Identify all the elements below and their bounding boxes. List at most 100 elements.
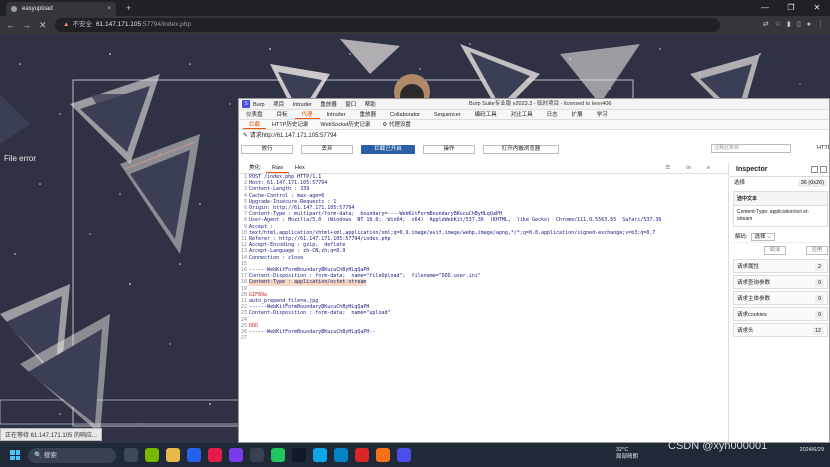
- app-folder-icon[interactable]: [166, 448, 180, 462]
- menu-icon[interactable]: ≡: [701, 163, 716, 174]
- tab-intruder[interactable]: Intruder: [320, 110, 353, 119]
- selected-text-box: 选中文本 Content-Type: application/oct et-st…: [733, 191, 828, 227]
- comment-input[interactable]: 注释此条目: [711, 144, 791, 153]
- inspector-section[interactable]: 请求cookies 0: [733, 307, 828, 321]
- app-edge-icon[interactable]: [313, 448, 327, 462]
- app-explorer-icon[interactable]: [124, 448, 138, 462]
- app-nvidia-icon[interactable]: [145, 448, 159, 462]
- app-purple-icon[interactable]: [229, 448, 243, 462]
- tab-raw[interactable]: Raw: [266, 163, 290, 173]
- app-chrome-icon[interactable]: [397, 448, 411, 462]
- proxy-sub-tabs: 拦截 HTTP历史记录 WebSocket历史记录 ⚙ 代理设置: [239, 120, 829, 130]
- app-wps-icon[interactable]: [355, 448, 369, 462]
- app-dark-icon[interactable]: [250, 448, 264, 462]
- app-steam-icon[interactable]: [292, 448, 306, 462]
- stop-loading-icon[interactable]: ✕: [39, 18, 47, 32]
- menu-help[interactable]: 帮助: [365, 102, 376, 108]
- selection-label: 选择: [734, 180, 746, 186]
- app-burp-icon[interactable]: [376, 448, 390, 462]
- app-green-icon[interactable]: [271, 448, 285, 462]
- intercept-on-button[interactable]: 拦截已开启: [361, 144, 415, 154]
- selected-text-value[interactable]: Content-Type: application/oct et-stream: [734, 206, 827, 226]
- tab-hex[interactable]: Hex: [289, 163, 311, 173]
- app-edge2-icon[interactable]: [334, 448, 348, 462]
- tab-dashboard[interactable]: 仪表盘: [239, 110, 270, 119]
- clock[interactable]: 2024/6/29: [800, 446, 824, 454]
- browser-status-bar: 正在等待 61.147.171.105 的响应...: [0, 428, 103, 441]
- sidebar-icon[interactable]: ▯: [797, 18, 801, 32]
- app-red-icon[interactable]: [208, 448, 222, 462]
- tab-pretty[interactable]: 美化: [243, 163, 266, 173]
- tab-websocket-history[interactable]: WebSocket历史记录: [314, 120, 376, 129]
- browser-tab[interactable]: easyupload ×: [6, 2, 116, 16]
- burp-titlebar: S Burp 项目 Intruder 重放器 窗口 帮助 Burp Suite专…: [239, 99, 829, 110]
- close-window-icon[interactable]: ✕: [804, 0, 830, 16]
- tab-learn[interactable]: 学习: [590, 110, 615, 119]
- wrap-icon[interactable]: ☰: [659, 163, 676, 174]
- decode-select[interactable]: 选择 ⌵: [750, 233, 776, 241]
- tab-collaborator[interactable]: Collaborator: [383, 110, 427, 119]
- section-count: 0: [814, 295, 824, 303]
- tab-repeater[interactable]: 重放器: [353, 110, 384, 119]
- selection-value: 36 (0x26): [797, 179, 827, 187]
- tab-close-icon[interactable]: ×: [107, 2, 111, 16]
- burp-logo-icon: S: [242, 100, 250, 108]
- tab-comparer[interactable]: 对比工具: [504, 110, 540, 119]
- profile-icon[interactable]: ●: [807, 18, 811, 32]
- forward-icon[interactable]: →: [22, 18, 31, 32]
- inspector-section[interactable]: 请求主体参数 0: [733, 291, 828, 305]
- forward-button[interactable]: 放行: [241, 144, 293, 154]
- taskbar-search[interactable]: 🔍 搜索: [28, 447, 116, 463]
- url-input[interactable]: ▲ 不安全 61.147.171.105:57794/index.php: [55, 18, 720, 32]
- inspector-sections: 请求属性 2 请求查询参数 0 请求主体参数 0 请求cookies 0 请求头 12: [730, 259, 829, 337]
- tab-http-history[interactable]: HTTP历史记录: [266, 120, 314, 129]
- inspector-section[interactable]: 请求查询参数 0: [733, 275, 828, 289]
- inspector-layout-icons[interactable]: [811, 166, 827, 173]
- maximize-icon[interactable]: ❐: [778, 0, 804, 16]
- tab-decoder[interactable]: 编码工具: [468, 110, 504, 119]
- editor-tabs: 美化 Raw Hex ☰ \n ≡: [239, 163, 728, 174]
- bookmark-star-icon[interactable]: ☆: [775, 18, 781, 32]
- url-path: :57794/index.php: [141, 21, 192, 28]
- favicon-icon: [11, 6, 17, 12]
- new-tab-button[interactable]: +: [126, 2, 131, 14]
- action-button[interactable]: 操作: [423, 144, 475, 154]
- inspector-section[interactable]: 请求属性 2: [733, 259, 828, 273]
- back-icon[interactable]: ←: [6, 18, 15, 32]
- selected-text-header: 选中文本: [734, 192, 827, 206]
- tab-logger[interactable]: 日志: [540, 110, 565, 119]
- line-number: 27: [240, 335, 247, 342]
- clock-date: 2024/6/29: [799, 447, 824, 453]
- drop-button[interactable]: 丢弃: [301, 144, 353, 154]
- minimize-icon[interactable]: —: [752, 0, 778, 16]
- menu-project[interactable]: 项目: [273, 102, 284, 108]
- decode-row: 解码: 选择 ⌵: [733, 231, 828, 243]
- menu-burp[interactable]: Burp: [253, 102, 265, 108]
- menu-intruder[interactable]: Intruder: [293, 102, 312, 108]
- menu-repeater[interactable]: 重放器: [320, 102, 337, 108]
- inspector-section[interactable]: 请求头 12: [733, 323, 828, 337]
- tab-extensions[interactable]: 扩展: [565, 110, 590, 119]
- line-text: Content-Type : application/octet-stream: [249, 279, 367, 286]
- weather-widget[interactable]: 32°C 局部晴朗: [616, 447, 638, 461]
- tab-proxy-settings[interactable]: ⚙ 代理设置: [376, 120, 416, 129]
- inspector-header: Inspector: [730, 163, 829, 177]
- app-store-icon[interactable]: [187, 448, 201, 462]
- tab-sequencer[interactable]: Sequencer: [427, 110, 468, 119]
- newline-icon[interactable]: \n: [680, 163, 697, 174]
- cancel-button[interactable]: 取消: [764, 246, 787, 255]
- tab-intercept[interactable]: 拦截: [243, 120, 267, 129]
- request-code[interactable]: 1 POST /index.php HTTP/1.1 2 Host: 61.147.1…: [239, 174, 728, 341]
- tab-proxy[interactable]: 代理: [294, 110, 320, 119]
- request-target: ✎ 请求http://61.147.171.105:57794: [239, 130, 829, 143]
- apply-button[interactable]: 应用: [806, 246, 829, 255]
- line-text: Connection : close: [249, 254, 304, 261]
- extensions-icon[interactable]: ▮: [787, 18, 791, 32]
- menu-window[interactable]: 窗口: [345, 102, 356, 108]
- menu-dots-icon[interactable]: ⋮: [817, 18, 824, 32]
- warning-icon: ▲: [63, 21, 70, 28]
- translate-icon[interactable]: ⇄: [763, 18, 769, 32]
- windows-start-icon[interactable]: [10, 450, 20, 460]
- tab-target[interactable]: 目标: [270, 110, 295, 119]
- open-browser-button[interactable]: 打开内嵌浏览器: [483, 144, 559, 154]
